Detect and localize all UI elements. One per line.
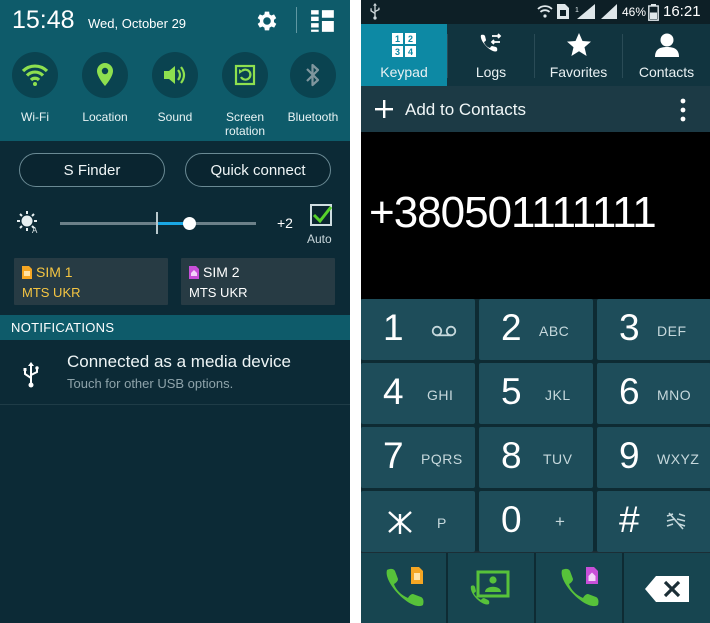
key-star[interactable]: P	[361, 491, 475, 552]
tab-keypad[interactable]: 1 2 3 4 Keypad	[361, 24, 447, 86]
keypad: 1 2 ABC 3 DEF 4 GHI 5 JKL 6 MNO 7 PQRS 8…	[361, 299, 710, 552]
key-9[interactable]: 9 WXYZ	[597, 427, 710, 488]
backspace-icon	[645, 576, 689, 602]
mute-icon	[666, 512, 686, 530]
key-8[interactable]: 8 TUV	[479, 427, 593, 488]
checkmark-icon	[312, 206, 332, 224]
battery-percent: 46%	[622, 5, 647, 19]
brightness-slider[interactable]	[60, 222, 256, 225]
sim-status-icon	[557, 4, 569, 19]
add-to-contacts-bar[interactable]: Add to Contacts	[361, 86, 710, 132]
sim2-card[interactable]: SIM 2 MTS UKR	[181, 258, 335, 305]
call-sim1-button[interactable]	[361, 553, 446, 623]
gear-icon[interactable]	[254, 8, 280, 34]
battery-icon	[648, 4, 659, 21]
key-hash[interactable]: #	[597, 491, 710, 552]
status-clock: 16:21	[663, 3, 701, 20]
grid-edit-icon[interactable]	[310, 8, 336, 34]
contact-icon	[654, 33, 679, 57]
usb-icon	[23, 362, 39, 388]
key-5[interactable]: 5 JKL	[479, 363, 593, 424]
sound-icon	[164, 66, 186, 84]
asterisk-icon	[388, 511, 412, 534]
more-options-icon[interactable]	[680, 98, 686, 122]
signal-sim1-icon: 1	[575, 4, 595, 19]
wifi-icon	[21, 64, 49, 86]
dialer-tabs: 1 2 3 4 Keypad Logs Favorites Contacts	[361, 24, 710, 86]
video-call-icon	[470, 570, 510, 605]
svg-text:2: 2	[408, 34, 413, 44]
keypad-icon: 1 2 3 4	[392, 33, 416, 57]
svg-text:1: 1	[575, 7, 579, 14]
key-2[interactable]: 2 ABC	[479, 299, 593, 360]
s-finder-button[interactable]: S Finder	[19, 153, 165, 187]
svg-text:3: 3	[395, 47, 400, 57]
voicemail-icon	[431, 325, 457, 337]
video-call-button[interactable]	[448, 553, 534, 623]
signal-sim2-icon	[601, 4, 617, 19]
key-0[interactable]: 0 +	[479, 491, 593, 552]
brightness-icon: A	[17, 211, 38, 234]
date: Wed, October 29	[88, 16, 187, 31]
brightness-default-tick	[156, 212, 158, 234]
sim1-icon	[22, 266, 32, 279]
phone-sim1-icon	[386, 567, 424, 607]
toggle-location[interactable]: Location	[72, 52, 138, 124]
star-icon	[566, 33, 591, 56]
sim2-icon	[189, 266, 199, 279]
key-1[interactable]: 1	[361, 299, 475, 360]
dialer-screen: 1 46% 16:21 1 2 3 4 Keypad Logs Favorite…	[361, 0, 710, 623]
phone-sim2-icon	[561, 567, 599, 607]
notification-title: Connected as a media device	[67, 352, 291, 371]
tab-contacts[interactable]: Contacts	[623, 24, 710, 86]
toggle-wifi[interactable]: Wi-Fi	[2, 52, 68, 124]
key-7[interactable]: 7 PQRS	[361, 427, 475, 488]
brightness-thumb[interactable]	[182, 217, 196, 230]
quick-connect-button[interactable]: Quick connect	[185, 153, 331, 187]
clock: 15:48	[12, 6, 75, 34]
logs-icon	[480, 33, 502, 52]
toggle-screen-rotation[interactable]: Screen rotation	[212, 52, 278, 138]
quick-panel: 15:48 Wed, October 29 Wi-Fi Location Sou…	[0, 0, 350, 141]
toggle-bluetooth[interactable]: Bluetooth	[280, 52, 346, 124]
divider	[296, 7, 297, 33]
notification-panel: 15:48 Wed, October 29 Wi-Fi Location Sou…	[0, 0, 350, 623]
tab-favorites[interactable]: Favorites	[535, 24, 622, 86]
usb-status-icon	[370, 3, 380, 20]
auto-label: Auto	[307, 232, 332, 246]
svg-text:4: 4	[408, 47, 413, 57]
screen-rotation-icon	[234, 64, 256, 86]
number-display[interactable]: +380501111111	[361, 132, 710, 299]
brightness-value: +2	[277, 215, 293, 231]
plus-icon	[375, 100, 393, 118]
notifications-header: NOTIFICATIONS	[0, 315, 350, 340]
location-icon	[97, 63, 113, 86]
key-4[interactable]: 4 GHI	[361, 363, 475, 424]
dialed-number: +380501111111	[369, 188, 657, 237]
wifi-status-icon	[537, 5, 553, 18]
sim1-card[interactable]: SIM 1 MTS UKR	[14, 258, 168, 305]
svg-text:A: A	[32, 226, 38, 234]
backspace-button[interactable]	[624, 553, 710, 623]
tab-logs[interactable]: Logs	[448, 24, 534, 86]
bluetooth-icon	[306, 63, 320, 87]
key-6[interactable]: 6 MNO	[597, 363, 710, 424]
call-actions	[361, 553, 710, 623]
key-3[interactable]: 3 DEF	[597, 299, 710, 360]
add-to-contacts-label: Add to Contacts	[405, 100, 526, 119]
auto-brightness-checkbox[interactable]	[310, 204, 332, 226]
notification-subtitle: Touch for other USB options.	[67, 376, 234, 391]
status-bar: 1 46% 16:21	[361, 0, 710, 24]
call-sim2-button[interactable]	[536, 553, 622, 623]
toggle-sound[interactable]: Sound	[142, 52, 208, 124]
divider	[0, 404, 350, 405]
svg-text:1: 1	[395, 34, 400, 44]
